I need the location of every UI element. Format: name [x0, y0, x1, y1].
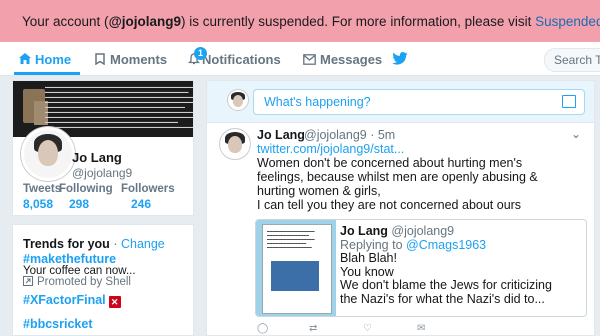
trend-bbcsricket[interactable]: #bbcsricket — [23, 317, 92, 331]
avatar-face — [38, 140, 58, 166]
nav-notifications-label: Notifications — [202, 52, 281, 67]
stat-followers-label[interactable]: Followers — [121, 183, 175, 195]
tweet-line: I can tell you they are not concerned ab… — [257, 198, 522, 212]
tweet-line: hurting women & girls, — [257, 184, 381, 198]
trends-separator: · — [113, 237, 118, 251]
notification-count-badge: 1 — [194, 47, 207, 60]
trend-xfactorfinal[interactable]: #XFactorFinal ✕ — [23, 293, 121, 308]
trend-makethefuture[interactable]: #makethefuture — [23, 252, 116, 266]
promoted-label: Promoted by Shell — [23, 276, 131, 288]
search-placeholder: Search T — [554, 53, 600, 67]
banner-suffix: ) is currently suspended. For more infor… — [180, 14, 536, 29]
compose-box: What's happening? — [206, 80, 595, 124]
stat-following-value[interactable]: 298 — [69, 197, 89, 211]
tweet-actions: ◯ ⇄ ♡ ✉ — [257, 323, 577, 335]
avatar-face — [228, 136, 242, 153]
nav-home[interactable]: Home — [18, 52, 71, 67]
home-active-underline — [14, 72, 80, 75]
compose-input[interactable]: What's happening? — [253, 89, 585, 115]
tweet-line: feelings, because whilst men are openly … — [257, 170, 538, 184]
tweet-text: Women don't be concerned about hurting m… — [257, 156, 592, 212]
quoted-image-text: ▬▬▬▬▬▬▬▬▬▬▬▬▬▬▬▬▬ ▬▬▬▬▬▬▬▬▬▬▬▬▬▬▬ ▬▬▬▬▬▬▬▬… — [267, 229, 315, 249]
tweet-avatar[interactable] — [219, 128, 251, 160]
compose-avatar — [227, 89, 249, 111]
nav-moments-label: Moments — [110, 52, 168, 67]
quoted-line: Blah Blah! — [340, 251, 397, 265]
search-input[interactable]: Search T — [544, 48, 600, 72]
tweet-line: Women don't be concerned about hurting m… — [257, 156, 523, 170]
trends-title: Trends for you — [23, 237, 110, 251]
tweet-author-handle[interactable]: @jojolang9 · 5m — [304, 128, 395, 142]
tweet[interactable]: Jo Lang @jojolang9 · 5m ⌄ twitter.com/jo… — [206, 122, 595, 336]
compose-placeholder: What's happening? — [264, 95, 371, 109]
avatar-face — [233, 95, 243, 107]
quoted-text: Blah Blah! You know We don't blame the J… — [340, 251, 552, 306]
message-icon[interactable]: ✉ — [417, 323, 425, 334]
quoted-reply-context: Replying to @Cmags1963 — [340, 238, 486, 252]
trends-panel: Trends for you · Change #makethefuture Y… — [12, 224, 194, 336]
banner-prefix: Your account ( — [22, 14, 109, 29]
home-icon — [19, 53, 31, 64]
quoted-author: Jo Lang @jojolang9 — [340, 224, 454, 238]
promoted-by-text: Promoted by Shell — [37, 276, 131, 288]
quoted-line: the Nazi's for what the Nazi's did to... — [340, 291, 545, 306]
stat-tweets-value[interactable]: 8,058 — [23, 197, 53, 211]
suspended-account-link[interactable]: Suspended Acc — [535, 14, 600, 29]
nav-home-label: Home — [35, 52, 72, 67]
quoted-line: You know — [340, 264, 394, 279]
profile-card: ▬▬▬▬▬▬▬▬▬▬▬▬▬▬▬▬▬▬▬▬▬▬▬▬▬▬▬▬▬▬▬▬▬▬▬▬▬▬▬▬… — [12, 80, 194, 216]
reply-user-link[interactable]: @Cmags1963 — [406, 238, 486, 252]
stat-tweets-label[interactable]: Tweets — [23, 183, 61, 195]
nav-messages[interactable]: Messages — [303, 52, 382, 67]
quoted-author-handle: @jojolang9 — [391, 224, 455, 238]
nav-moments[interactable]: Moments — [94, 52, 167, 67]
envelope-icon — [303, 54, 316, 65]
banner-handle: @jojolang9 — [108, 14, 181, 29]
stat-followers-value[interactable]: 246 — [131, 197, 151, 211]
xfactor-emoji-icon: ✕ — [108, 296, 121, 308]
trends-header: Trends for you · Change — [23, 237, 165, 251]
add-photo-icon[interactable] — [562, 95, 576, 108]
twitter-bird-icon[interactable] — [392, 52, 408, 65]
stat-following-label[interactable]: Following — [59, 183, 113, 195]
profile-handle[interactable]: @jojolang9 — [72, 166, 132, 180]
quoted-author-name: Jo Lang — [340, 224, 388, 238]
top-navigation: Home Moments Notifications Messages Sear… — [0, 42, 600, 76]
quoted-image-photo — [271, 261, 319, 291]
tweet-link[interactable]: twitter.com/jojolang9/stat... — [257, 142, 404, 156]
reply-icon[interactable]: ◯ — [257, 323, 268, 334]
nav-messages-label: Messages — [320, 52, 383, 67]
profile-avatar[interactable] — [21, 127, 75, 181]
banner-message: Your account (@jojolang9) is currently s… — [22, 14, 600, 29]
moments-icon — [95, 53, 105, 66]
suspension-banner: Your account (@jojolang9) is currently s… — [0, 0, 600, 42]
reply-prefix: Replying to — [340, 238, 403, 252]
quoted-image-document: ▬▬▬▬▬▬▬▬▬▬▬▬▬▬▬▬▬ ▬▬▬▬▬▬▬▬▬▬▬▬▬▬▬ ▬▬▬▬▬▬▬▬… — [262, 224, 332, 314]
quoted-tweet[interactable]: ▬▬▬▬▬▬▬▬▬▬▬▬▬▬▬▬▬ ▬▬▬▬▬▬▬▬▬▬▬▬▬▬▬ ▬▬▬▬▬▬▬▬… — [255, 219, 587, 317]
retweet-icon[interactable]: ⇄ — [309, 323, 317, 334]
like-icon[interactable]: ♡ — [363, 323, 372, 334]
quoted-line: We don't blame the Jews for criticizing — [340, 278, 552, 292]
profile-name[interactable]: Jo Lang — [72, 150, 122, 165]
trends-change-link[interactable]: Change — [121, 237, 165, 251]
promoted-icon — [23, 276, 33, 286]
quoted-tweet-image[interactable]: ▬▬▬▬▬▬▬▬▬▬▬▬▬▬▬▬▬ ▬▬▬▬▬▬▬▬▬▬▬▬▬▬▬ ▬▬▬▬▬▬▬▬… — [256, 220, 336, 316]
tweet-author-name[interactable]: Jo Lang — [257, 128, 305, 142]
banner-text-block: ▬▬▬▬▬▬▬▬▬▬▬▬▬▬▬▬▬▬▬▬▬▬▬▬▬▬▬▬▬▬▬▬▬▬▬▬▬▬▬▬… — [45, 85, 193, 129]
chevron-down-icon[interactable]: ⌄ — [571, 127, 581, 141]
trend-xfactorfinal-text: #XFactorFinal — [23, 293, 106, 307]
